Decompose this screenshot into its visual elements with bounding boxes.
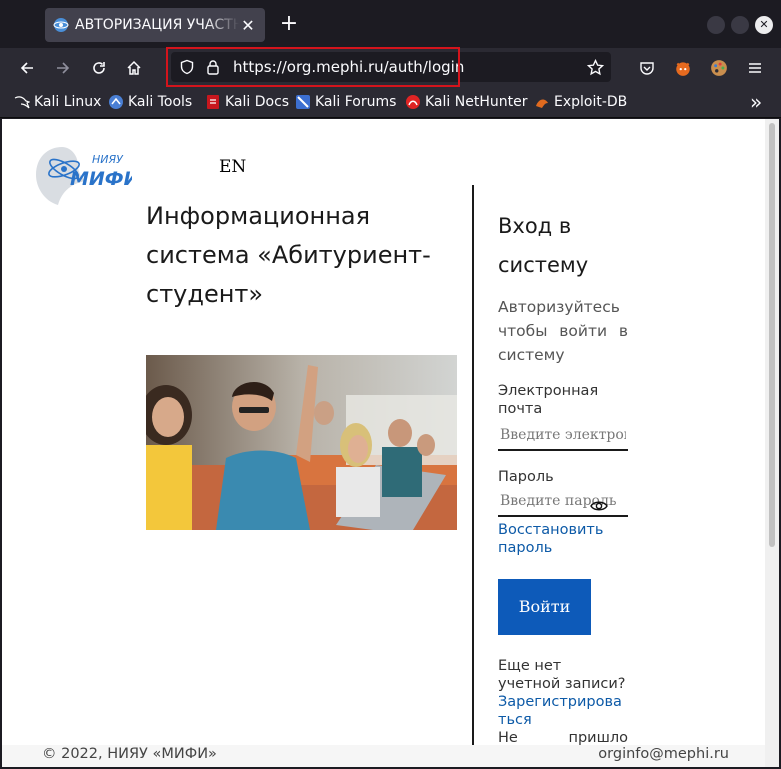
password-label: Пароль <box>498 469 554 485</box>
page-footer: © 2022, НИЯУ «МИФИ» orginfo@mephi.ru <box>2 745 765 767</box>
close-window-button[interactable]: ✕ <box>755 16 773 34</box>
hamburger-menu-icon <box>749 63 761 73</box>
bookmark-label: Exploit-DB <box>554 94 628 110</box>
language-switch-en[interactable]: EN <box>219 157 246 177</box>
reload-icon <box>93 62 105 74</box>
kali-tools-icon <box>109 95 123 109</box>
url-field[interactable]: https://org.mephi.ru/auth/login <box>171 52 611 82</box>
kali-docs-icon <box>207 95 219 109</box>
back-button[interactable] <box>15 56 39 80</box>
new-tab-button[interactable]: + <box>277 12 301 36</box>
svg-text:МИФИ: МИФИ <box>70 168 132 190</box>
bookmark-exploit-db[interactable]: Exploit-DB <box>534 94 627 110</box>
site-favicon-icon <box>53 18 69 32</box>
bookmark-label: Kali Docs <box>225 94 290 110</box>
no-account-text: Еще нет учетной записи? <box>498 658 626 692</box>
bookmark-kali-linux[interactable]: Kali Linux <box>14 94 101 110</box>
exploit-db-icon <box>536 99 548 108</box>
pocket-icon <box>640 62 654 75</box>
kali-nethunter-icon <box>406 95 420 109</box>
forward-button[interactable] <box>51 56 75 80</box>
bookmark-label: Kali Tools <box>128 94 193 110</box>
students-lecture-photo <box>146 355 457 530</box>
bookmark-star-icon[interactable] <box>587 59 604 76</box>
shield-icon[interactable] <box>179 59 195 75</box>
active-tab[interactable]: АВТОРИЗАЦИЯ УЧАСТНИКА ✕ <box>45 8 265 42</box>
navigation-toolbar: https://org.mephi.ru/auth/login <box>0 48 781 88</box>
home-button[interactable] <box>122 56 146 80</box>
footer-email-link[interactable]: orginfo@mephi.ru <box>598 746 729 762</box>
mephi-logo[interactable]: НИЯУ МИФИ <box>34 143 132 207</box>
bookmark-kali-forums[interactable]: Kali Forums <box>295 94 396 110</box>
bookmark-kali-tools[interactable]: Kali Tools <box>108 94 192 110</box>
email-field[interactable] <box>498 421 628 451</box>
reload-button[interactable] <box>87 56 111 80</box>
bookmarks-overflow-button[interactable]: » <box>750 90 762 114</box>
tab-bar: АВТОРИЗАЦИЯ УЧАСТНИКА ✕ + ✕ <box>0 0 781 48</box>
footer-copyright: © 2022, НИЯУ «МИФИ» <box>42 746 217 762</box>
tab-close-icon[interactable]: ✕ <box>239 16 257 35</box>
bookmarks-toolbar: Kali Linux Kali Tools Kali Docs Kali For… <box>0 88 781 118</box>
bookmark-kali-nethunter[interactable]: Kali NetHunter <box>405 94 527 110</box>
kali-dragon-icon <box>14 96 30 109</box>
palette-icon <box>711 60 727 76</box>
scrollbar-thumb[interactable] <box>769 123 775 547</box>
svg-text:НИЯУ: НИЯУ <box>92 153 124 166</box>
bookmark-label: Kali NetHunter <box>425 94 528 110</box>
login-heading: Вход в систему <box>498 214 589 277</box>
restore-password-link[interactable]: Восстановить пароль <box>498 521 628 557</box>
arrow-left-icon <box>20 62 33 74</box>
bookmark-kali-docs[interactable]: Kali Docs <box>205 94 289 110</box>
lock-icon[interactable] <box>205 59 221 75</box>
email-label: Электронная почта <box>498 383 599 417</box>
bookmark-label: Kali Forums <box>315 94 397 110</box>
minimize-button[interactable] <box>707 16 725 34</box>
bookmark-label: Kali Linux <box>34 94 102 110</box>
url-text[interactable]: https://org.mephi.ru/auth/login <box>233 58 464 76</box>
home-icon <box>127 60 141 75</box>
kali-forums-icon <box>296 95 310 109</box>
arrow-right-icon <box>57 62 70 74</box>
pocket-button[interactable] <box>635 56 659 80</box>
login-subtitle: Авторизуйтесь чтобы войти в систему <box>498 298 628 364</box>
register-link[interactable]: Зарегистрироваться <box>498 693 628 729</box>
tab-title: АВТОРИЗАЦИЯ УЧАСТНИКА <box>75 17 239 33</box>
page-viewport: НИЯУ МИФИ EN Информационная система «Аби… <box>2 119 765 767</box>
column-divider <box>472 185 474 767</box>
menu-button[interactable] <box>743 56 767 80</box>
show-password-eye-icon[interactable] <box>590 497 608 515</box>
fox-extension-icon <box>676 62 690 76</box>
login-submit-button[interactable]: Войти <box>498 579 591 635</box>
password-field[interactable] <box>498 487 628 517</box>
url-bar[interactable]: https://org.mephi.ru/auth/login <box>169 48 611 86</box>
page-scrollbar[interactable] <box>765 119 779 767</box>
theme-extension-button[interactable] <box>707 56 731 80</box>
extension-button[interactable] <box>671 56 695 80</box>
maximize-button[interactable] <box>731 16 749 34</box>
page-title: Информационная система «Абитуриент-студе… <box>146 202 431 308</box>
